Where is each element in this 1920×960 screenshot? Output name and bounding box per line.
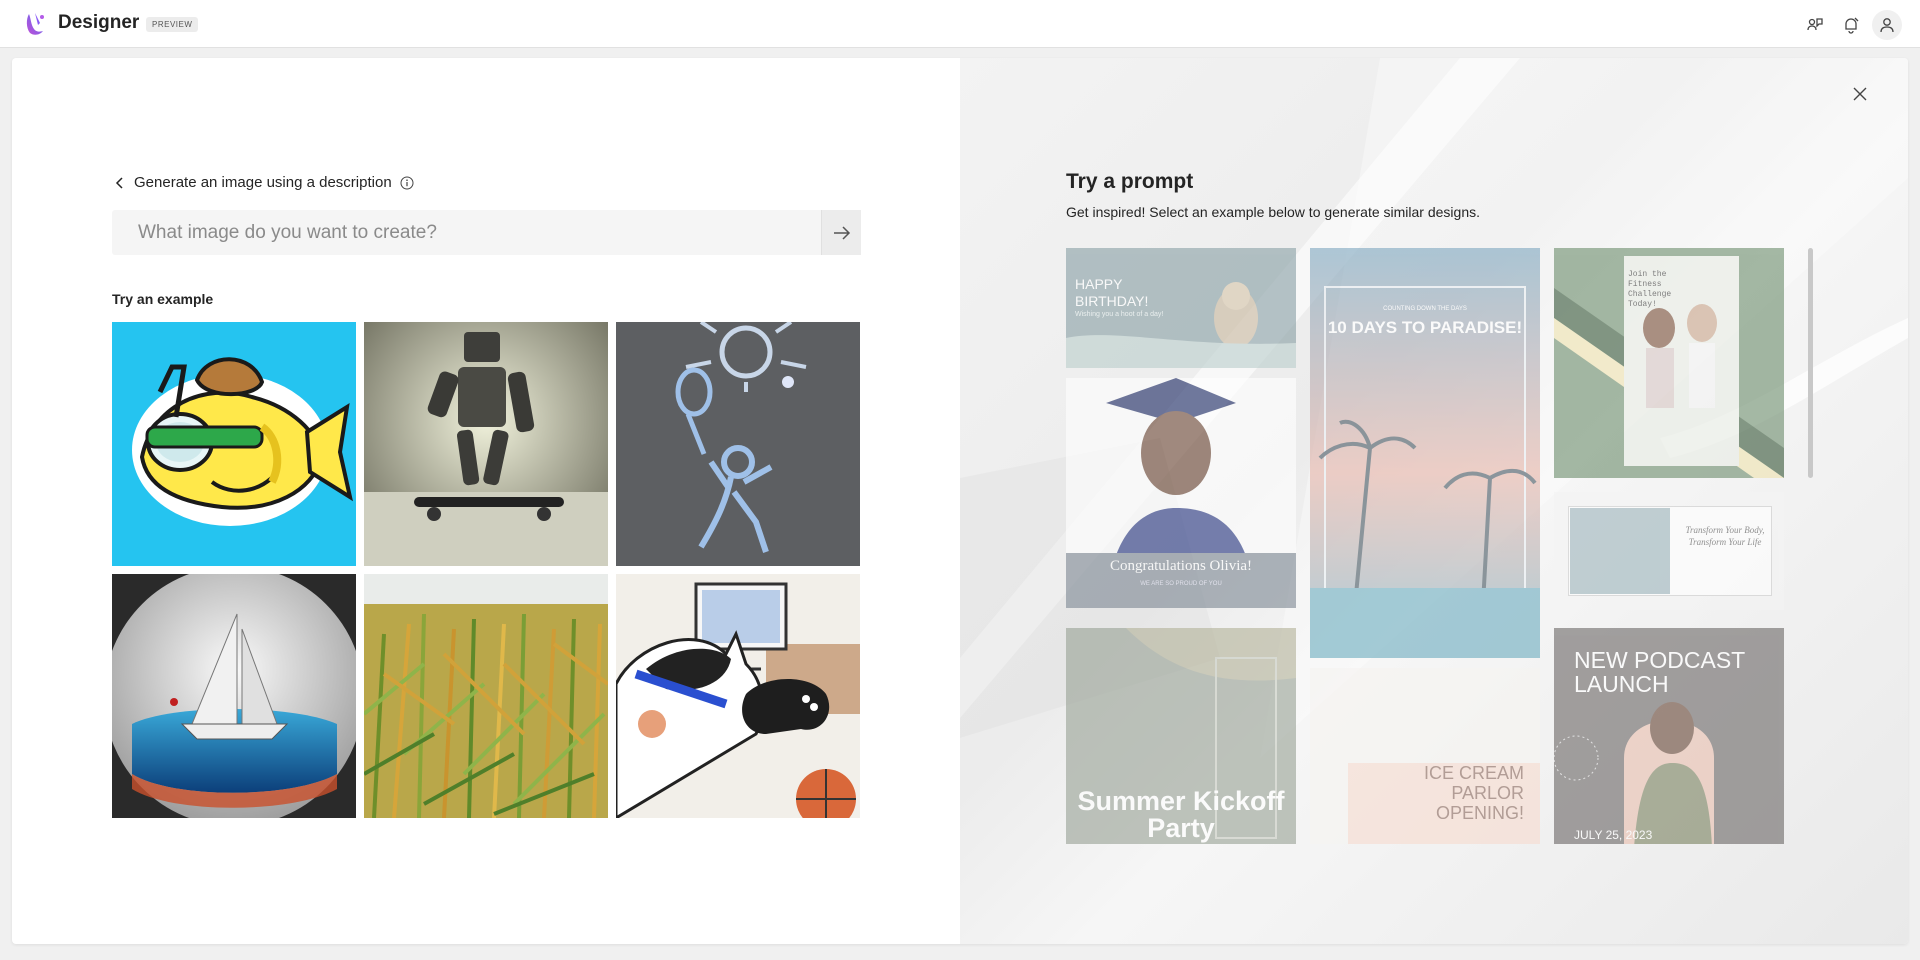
app-title: Designer	[58, 12, 140, 33]
prompt-input[interactable]	[112, 210, 821, 255]
close-button[interactable]	[1848, 82, 1872, 106]
close-icon	[1853, 87, 1867, 101]
template-scrollbar[interactable]	[1808, 248, 1813, 478]
template-fitness[interactable]: Join the Fitness Challenge Today!	[1554, 248, 1784, 478]
try-prompt-title: Try a prompt	[1066, 170, 1194, 193]
template-graduation-sub: WE ARE SO PROUD OF YOU	[1140, 581, 1222, 587]
template-birthday-sub: Wishing you a hoot of a day!	[1075, 311, 1164, 318]
example-cat-gaming[interactable]	[616, 574, 860, 818]
template-podcast[interactable]: NEW PODCAST LAUNCH JULY 25, 2023	[1554, 628, 1784, 844]
template-podcast-heading: NEW PODCAST LAUNCH	[1574, 647, 1745, 697]
template-podcast-date: JULY 25, 2023	[1574, 828, 1653, 842]
chevron-left-icon	[115, 176, 123, 189]
designer-logo-icon[interactable]	[22, 11, 48, 37]
preview-badge: PREVIEW	[146, 17, 199, 32]
generate-dialog: Generate an image using a description Tr…	[12, 58, 1908, 944]
back-button[interactable]: Generate an image using a description	[114, 174, 414, 191]
generate-panel: Generate an image using a description Tr…	[12, 58, 960, 944]
example-chalk-drawing[interactable]	[616, 322, 860, 566]
account-icon[interactable]	[1872, 10, 1902, 40]
template-fitness-heading: Join the Fitness Challenge Today!	[1628, 270, 1672, 309]
template-graduation[interactable]: Congratulations Olivia! WE ARE SO PROUD …	[1066, 378, 1296, 608]
back-label: Generate an image using a description	[134, 174, 392, 191]
top-bar: Designer PREVIEW	[0, 0, 1920, 48]
example-robot-skateboard[interactable]	[364, 322, 608, 566]
template-graduation-heading: Congratulations Olivia!	[1109, 558, 1253, 574]
template-paradise-heading: 10 DAYS TO PARADISE!	[1327, 318, 1523, 337]
template-icecream[interactable]: ICE CREAM PARLOR OPENING!	[1310, 668, 1540, 844]
template-transform[interactable]: Transform Your Body, Transform Your Life	[1554, 492, 1784, 610]
example-grid	[112, 322, 860, 818]
try-prompt-panel: Try a prompt Get inspired! Select an exa…	[960, 58, 1908, 944]
template-icecream-heading: ICE CREAM PARLOR OPENING!	[1423, 763, 1524, 823]
arrow-right-icon	[833, 225, 850, 240]
template-transform-heading: Transform Your Body, Transform Your Life	[1685, 525, 1765, 547]
template-paradise[interactable]: COUNTING DOWN THE DAYS 10 DAYS TO PARADI…	[1310, 248, 1540, 658]
info-icon[interactable]	[400, 176, 414, 190]
notification-icon[interactable]	[1836, 10, 1866, 40]
template-summer[interactable]: Summer Kickoff Party	[1066, 628, 1296, 844]
example-ship-in-globe[interactable]	[112, 574, 356, 818]
generate-button[interactable]	[821, 210, 861, 255]
template-birthday-heading: HAPPY BIRTHDAY!	[1075, 276, 1149, 309]
share-icon[interactable]	[1800, 10, 1830, 40]
template-summer-heading: Summer Kickoff Party	[1077, 786, 1285, 843]
prompt-box	[112, 210, 861, 255]
try-prompt-subtitle: Get inspired! Select an example below to…	[1066, 204, 1480, 220]
template-gallery: HAPPY BIRTHDAY! Wishing you a hoot of a …	[1066, 248, 1802, 844]
template-paradise-small: COUNTING DOWN THE DAYS	[1383, 306, 1467, 312]
example-fish-snorkel[interactable]	[112, 322, 356, 566]
example-cornfield[interactable]	[364, 574, 608, 818]
template-birthday[interactable]: HAPPY BIRTHDAY! Wishing you a hoot of a …	[1066, 248, 1296, 368]
try-example-label: Try an example	[112, 291, 214, 307]
